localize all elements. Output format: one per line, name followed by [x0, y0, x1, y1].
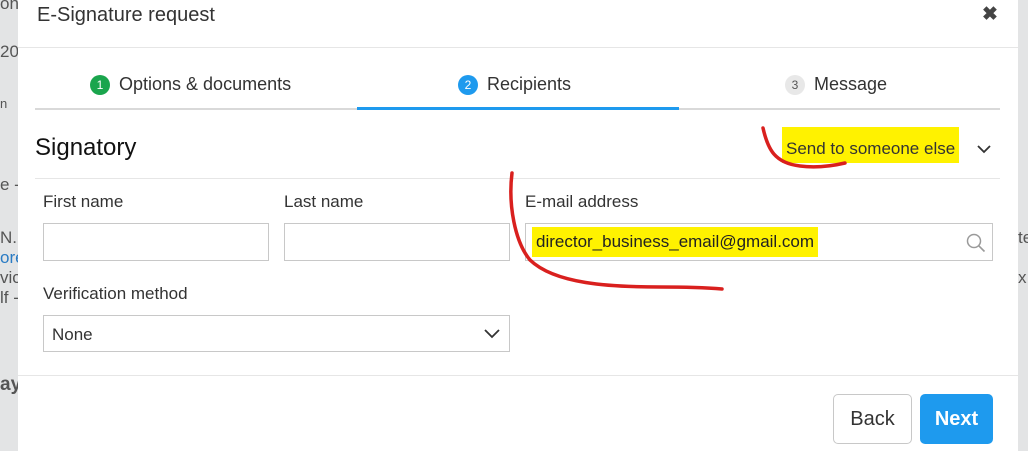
verification-method-select[interactable]: None: [43, 315, 510, 352]
email-value: director_business_email@gmail.com: [532, 227, 819, 257]
search-icon[interactable]: [965, 232, 987, 254]
close-icon[interactable]: ✖: [980, 5, 1000, 25]
background-link: ore: [0, 248, 18, 267]
background-text: 20: [0, 42, 18, 61]
last-name-input[interactable]: [284, 223, 510, 261]
back-button[interactable]: Back: [833, 394, 912, 444]
background-text: ayr: [0, 374, 18, 395]
signatory-heading: Signatory: [35, 134, 137, 161]
step-label: Message: [814, 74, 888, 94]
step-number-badge: 1: [90, 75, 110, 95]
background-text: N.F: [0, 228, 18, 247]
background-text: lf -: [0, 288, 18, 307]
step-label: Options & documents: [119, 74, 292, 94]
section-divider: [35, 178, 1000, 179]
first-name-label: First name: [43, 192, 124, 211]
step-options-documents[interactable]: 1 Options & documents: [90, 68, 291, 110]
verification-method-label: Verification method: [43, 284, 188, 303]
chevron-down-icon: [484, 329, 500, 339]
esignature-modal: E-Signature request ✖ 1 Options & docume…: [18, 0, 1018, 451]
step-number-badge: 3: [785, 75, 805, 95]
modal-header: E-Signature request ✖: [18, 0, 1018, 48]
last-name-label: Last name: [284, 192, 364, 211]
background-text: on: [0, 0, 18, 13]
step-message[interactable]: 3 Message: [785, 68, 887, 110]
send-to-someone-else-toggle[interactable]: Send to someone else: [782, 127, 960, 163]
background-text: x: [1018, 268, 1027, 287]
step-label: Recipients: [487, 74, 572, 94]
background-text: te: [1018, 228, 1028, 247]
first-name-input[interactable]: [43, 223, 269, 261]
email-input[interactable]: director_business_email@gmail.com: [525, 223, 993, 261]
chevron-down-icon[interactable]: [975, 140, 993, 158]
step-recipients[interactable]: 2 Recipients: [458, 68, 571, 110]
background-text: n: [0, 96, 8, 111]
active-step-indicator: [357, 107, 679, 110]
next-button[interactable]: Next: [920, 394, 993, 444]
modal-title: E-Signature request: [37, 4, 215, 26]
verification-method-value: None: [52, 325, 93, 344]
background-page-right: te x: [1018, 0, 1028, 451]
background-text: vic: [0, 268, 18, 287]
footer-divider: [18, 375, 1018, 376]
background-page-left: on 20 n e - N.F ore vic lf - ayr: [0, 0, 18, 451]
email-label: E-mail address: [525, 192, 639, 211]
background-text: e -: [0, 175, 18, 194]
wizard-steps: 1 Options & documents 2 Recipients 3 Mes…: [35, 68, 1000, 110]
step-number-badge: 2: [458, 75, 478, 95]
